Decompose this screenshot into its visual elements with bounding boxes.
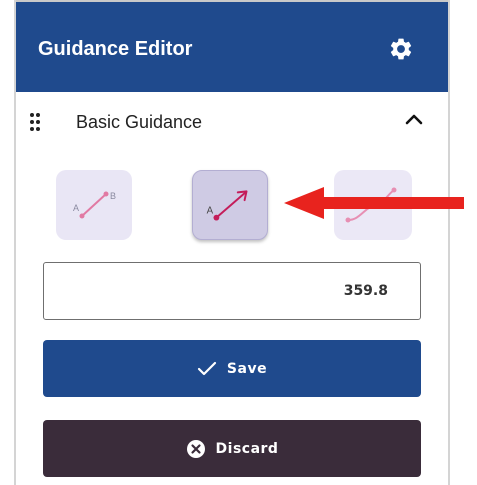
close-circle-icon <box>186 439 205 458</box>
discard-button[interactable]: Discard <box>43 420 421 477</box>
section-title: Basic Guidance <box>76 112 203 132</box>
guidance-editor-panel: Guidance Editor Basic Guidance A B A 359… <box>14 0 450 485</box>
heading-value: 359.8 <box>343 283 388 299</box>
a-plus-heading-icon: A <box>207 190 248 221</box>
a-label: A <box>207 206 214 217</box>
ab-label-a: A <box>73 203 79 213</box>
chevron-up-icon[interactable] <box>402 108 426 132</box>
ab-label-b: B <box>110 191 116 201</box>
ab-line-icon: A B <box>73 191 116 219</box>
heading-value-field[interactable]: 359.8 <box>43 262 421 320</box>
section-header: Basic Guidance <box>16 92 448 154</box>
gear-icon[interactable] <box>388 36 414 62</box>
discard-label: Discard <box>215 440 279 457</box>
header-title: Guidance Editor <box>38 38 193 60</box>
ab-line-mode-button[interactable]: A B <box>56 170 132 240</box>
red-arrow-icon <box>280 186 470 220</box>
a-heading-mode-button[interactable]: A <box>192 170 268 240</box>
header-bar: Guidance Editor <box>16 0 448 92</box>
save-button[interactable]: Save <box>43 340 421 397</box>
check-icon <box>197 361 217 375</box>
save-label: Save <box>226 360 268 377</box>
drag-handle-icon[interactable] <box>29 112 41 132</box>
